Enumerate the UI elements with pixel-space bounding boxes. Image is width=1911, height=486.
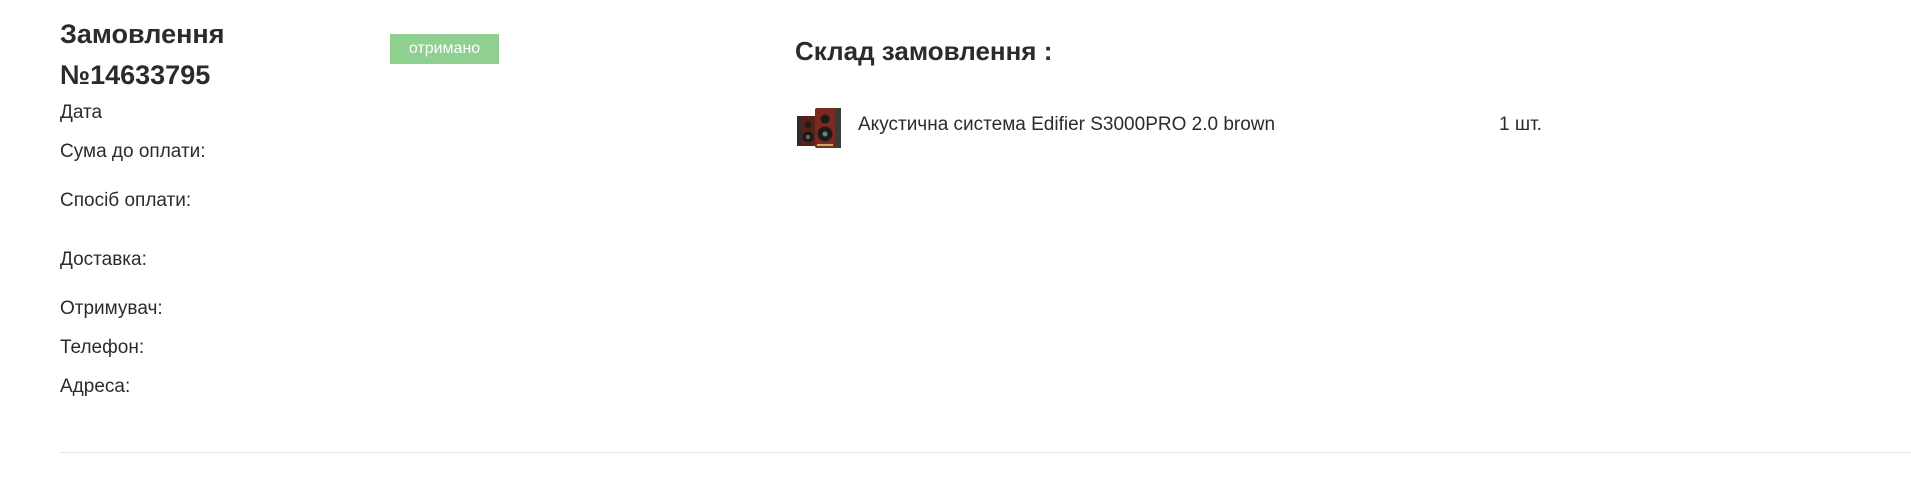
order-details-page: Замовлення №14633795 отримано Дата Сума … — [0, 0, 1911, 486]
phone-label: Телефон: — [60, 337, 145, 358]
composition-title: Склад замовлення : — [795, 36, 1053, 66]
order-title-label: Замовлення — [60, 19, 225, 49]
order-number: №14633795 — [60, 60, 211, 90]
order-title: Замовлення №14633795 — [60, 14, 224, 96]
amount-label: Сума до оплати: — [60, 141, 206, 162]
status-badge: отримано — [390, 34, 499, 64]
product-quantity: 1 шт. — [1499, 114, 1542, 135]
product-name-link[interactable]: Акустична система Edifier S3000PRO 2.0 b… — [858, 114, 1275, 136]
address-label: Адреса: — [60, 376, 131, 397]
order-item-row: Акустична система Edifier S3000PRO 2.0 b… — [795, 104, 1595, 150]
delivery-label: Доставка: — [60, 249, 147, 270]
date-label: Дата — [60, 102, 103, 123]
payment-method-label: Спосіб оплати: — [60, 190, 192, 211]
recipient-label: Отримувач: — [60, 298, 163, 319]
section-divider — [60, 452, 1911, 453]
speaker-pair-icon[interactable] — [795, 104, 843, 150]
